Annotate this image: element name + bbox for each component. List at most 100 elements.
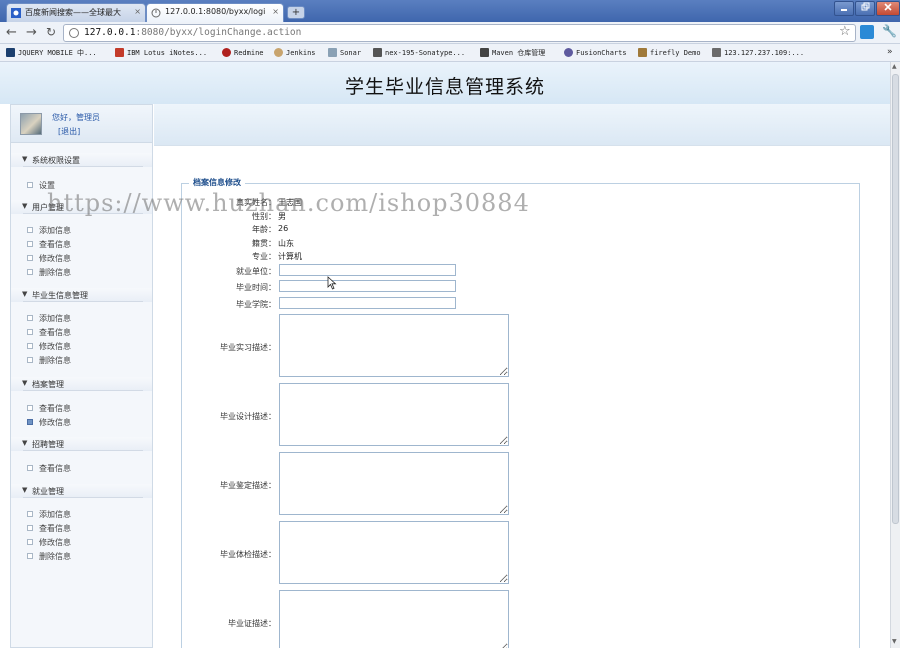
sidebar-item-grad-add[interactable]: 添加信息 — [27, 313, 71, 324]
bookmark-item[interactable]: Redmine — [222, 48, 264, 57]
minimize-button[interactable] — [834, 1, 854, 16]
hometown-label: 籍贯： — [252, 239, 276, 248]
bookmark-item[interactable]: 123.127.237.109:... — [712, 48, 804, 57]
extension-icon[interactable] — [860, 25, 874, 39]
wrench-menu-icon[interactable]: 🔧 — [882, 24, 897, 38]
site-info-icon[interactable] — [69, 28, 79, 38]
hometown-value: 山东 — [278, 239, 294, 248]
page-icon — [151, 8, 161, 18]
minimize-icon — [841, 9, 847, 11]
sidebar-group-recruitment[interactable]: ▼ 招聘管理 — [11, 437, 152, 451]
sidebar-item-label: 修改信息 — [39, 254, 71, 263]
diploma-label: 毕业证描述： — [228, 619, 276, 628]
thesis-textarea[interactable] — [279, 383, 509, 446]
appraisal-textarea[interactable] — [279, 452, 509, 515]
greeting-text: 您好，管理员 — [52, 113, 100, 122]
sidebar-item-label: 删除信息 — [39, 356, 71, 365]
bookmark-item[interactable]: Jenkins — [274, 48, 316, 57]
bullet-icon — [27, 525, 33, 531]
bookmark-icon — [115, 48, 124, 57]
browser-tab-active[interactable]: 127.0.0.1:8080/byxx/logi × — [146, 3, 284, 22]
sidebar-item-employ-add[interactable]: 添加信息 — [27, 509, 71, 520]
sidebar-item-recruit-view[interactable]: 查看信息 — [27, 463, 71, 474]
collapse-triangle-icon: ▼ — [22, 379, 28, 387]
physical-exam-textarea[interactable] — [279, 521, 509, 584]
restore-button[interactable] — [855, 1, 875, 16]
sidebar-group-employment[interactable]: ▼ 就业管理 — [11, 484, 152, 498]
close-window-button[interactable] — [876, 1, 900, 16]
scroll-up-icon[interactable]: ▲ — [892, 63, 897, 70]
address-bar[interactable]: 127.0.0.1:8080/byxx/loginChange.action — [63, 24, 856, 42]
scrollbar-thumb[interactable] — [892, 74, 899, 524]
sidebar-item-employ-view[interactable]: 查看信息 — [27, 523, 71, 534]
sidebar-item-employ-delete[interactable]: 删除信息 — [27, 551, 71, 562]
close-icon — [884, 3, 892, 11]
bookmark-icon — [274, 48, 283, 57]
bookmark-item[interactable]: nex-195-Sonatype... — [373, 48, 465, 57]
bullet-icon — [27, 227, 33, 233]
more-bookmarks-icon[interactable]: » — [887, 47, 893, 57]
new-tab-button[interactable]: + — [287, 6, 305, 19]
employer-input[interactable] — [279, 264, 456, 276]
sidebar-item-user-delete[interactable]: 删除信息 — [27, 267, 71, 278]
bullet-icon — [27, 315, 33, 321]
bookmark-icon — [328, 48, 337, 57]
tab-close-icon[interactable]: × — [134, 7, 141, 16]
sidebar-item-grad-view[interactable]: 查看信息 — [27, 327, 71, 338]
bullet-icon — [27, 539, 33, 545]
bookmark-item[interactable]: firefly Demo — [638, 48, 701, 57]
bullet-icon — [27, 511, 33, 517]
sidebar-group-label: 招聘管理 — [32, 440, 64, 449]
sidebar-item-employ-edit[interactable]: 修改信息 — [27, 537, 71, 548]
page-title: 学生毕业信息管理系统 — [344, 76, 545, 98]
sidebar: 您好，管理员 [退出] ▼ 系统权限设置 设置 ▼ 用户管理 添加信息 查看信息… — [10, 104, 153, 648]
bookmark-star-icon[interactable]: ☆ — [839, 24, 851, 39]
sidebar-item-label: 修改信息 — [39, 418, 71, 427]
bullet-icon — [27, 419, 33, 425]
sidebar-item-grad-edit[interactable]: 修改信息 — [27, 341, 71, 352]
bookmark-item[interactable]: Maven 仓库管理 — [480, 48, 545, 58]
bookmark-item[interactable]: Sonar — [328, 48, 361, 57]
sidebar-item-archive-view[interactable]: 查看信息 — [27, 403, 71, 414]
bookmark-icon — [6, 48, 15, 57]
diploma-textarea[interactable] — [279, 590, 509, 648]
browser-tab-baidu[interactable]: 百度新闻搜索——全球最大 × — [6, 3, 146, 22]
main-panel: 档案信息修改 真实姓名： 王志国 性别： 男 年龄： 26 籍贯： 山东 专业：… — [154, 104, 890, 648]
sidebar-item-label: 删除信息 — [39, 552, 71, 561]
vertical-scrollbar[interactable]: ▲ ▼ — [890, 62, 900, 648]
thesis-label: 毕业设计描述： — [220, 412, 276, 421]
bullet-icon — [27, 357, 33, 363]
back-arrow-icon[interactable]: ← — [6, 25, 17, 40]
bookmark-item[interactable]: JQUERY MOBILE 中... — [6, 48, 97, 58]
sidebar-group-permissions[interactable]: ▼ 系统权限设置 — [11, 153, 152, 167]
sidebar-item-user-edit[interactable]: 修改信息 — [27, 253, 71, 264]
sidebar-group-label: 档案管理 — [32, 380, 64, 389]
sidebar-item-grad-delete[interactable]: 删除信息 — [27, 355, 71, 366]
browser-toolbar: ← → ↻ 127.0.0.1:8080/byxx/loginChange.ac… — [0, 22, 900, 44]
tab-close-icon[interactable]: × — [272, 7, 279, 16]
bookmark-icon — [712, 48, 721, 57]
sidebar-group-archives[interactable]: ▼ 档案管理 — [11, 377, 152, 391]
collapse-triangle-icon: ▼ — [22, 202, 28, 210]
reload-icon[interactable]: ↻ — [46, 25, 56, 39]
college-input[interactable] — [279, 297, 456, 309]
grad-time-input[interactable] — [279, 280, 456, 292]
sidebar-item-archive-edit[interactable]: 修改信息 — [27, 417, 71, 428]
bullet-icon — [27, 241, 33, 247]
divider — [23, 450, 143, 451]
sidebar-item-label: 查看信息 — [39, 240, 71, 249]
internship-textarea[interactable] — [279, 314, 509, 377]
bookmark-item[interactable]: IBM Lotus iNotes... — [115, 48, 207, 57]
url-path: :8080/byxx/loginChange.action — [135, 27, 302, 38]
sidebar-item-user-add[interactable]: 添加信息 — [27, 225, 71, 236]
bookmark-icon — [564, 48, 573, 57]
forward-arrow-icon[interactable]: → — [26, 25, 37, 40]
sidebar-item-user-view[interactable]: 查看信息 — [27, 239, 71, 250]
collapse-triangle-icon: ▼ — [22, 439, 28, 447]
sidebar-group-graduates[interactable]: ▼ 毕业生信息管理 — [11, 288, 152, 302]
physical-exam-label: 毕业体检描述： — [220, 550, 276, 559]
logout-link[interactable]: [退出] — [58, 126, 80, 137]
bookmark-item[interactable]: FusionCharts — [564, 48, 627, 57]
sidebar-item-label: 删除信息 — [39, 268, 71, 277]
scroll-down-icon[interactable]: ▼ — [892, 638, 897, 645]
